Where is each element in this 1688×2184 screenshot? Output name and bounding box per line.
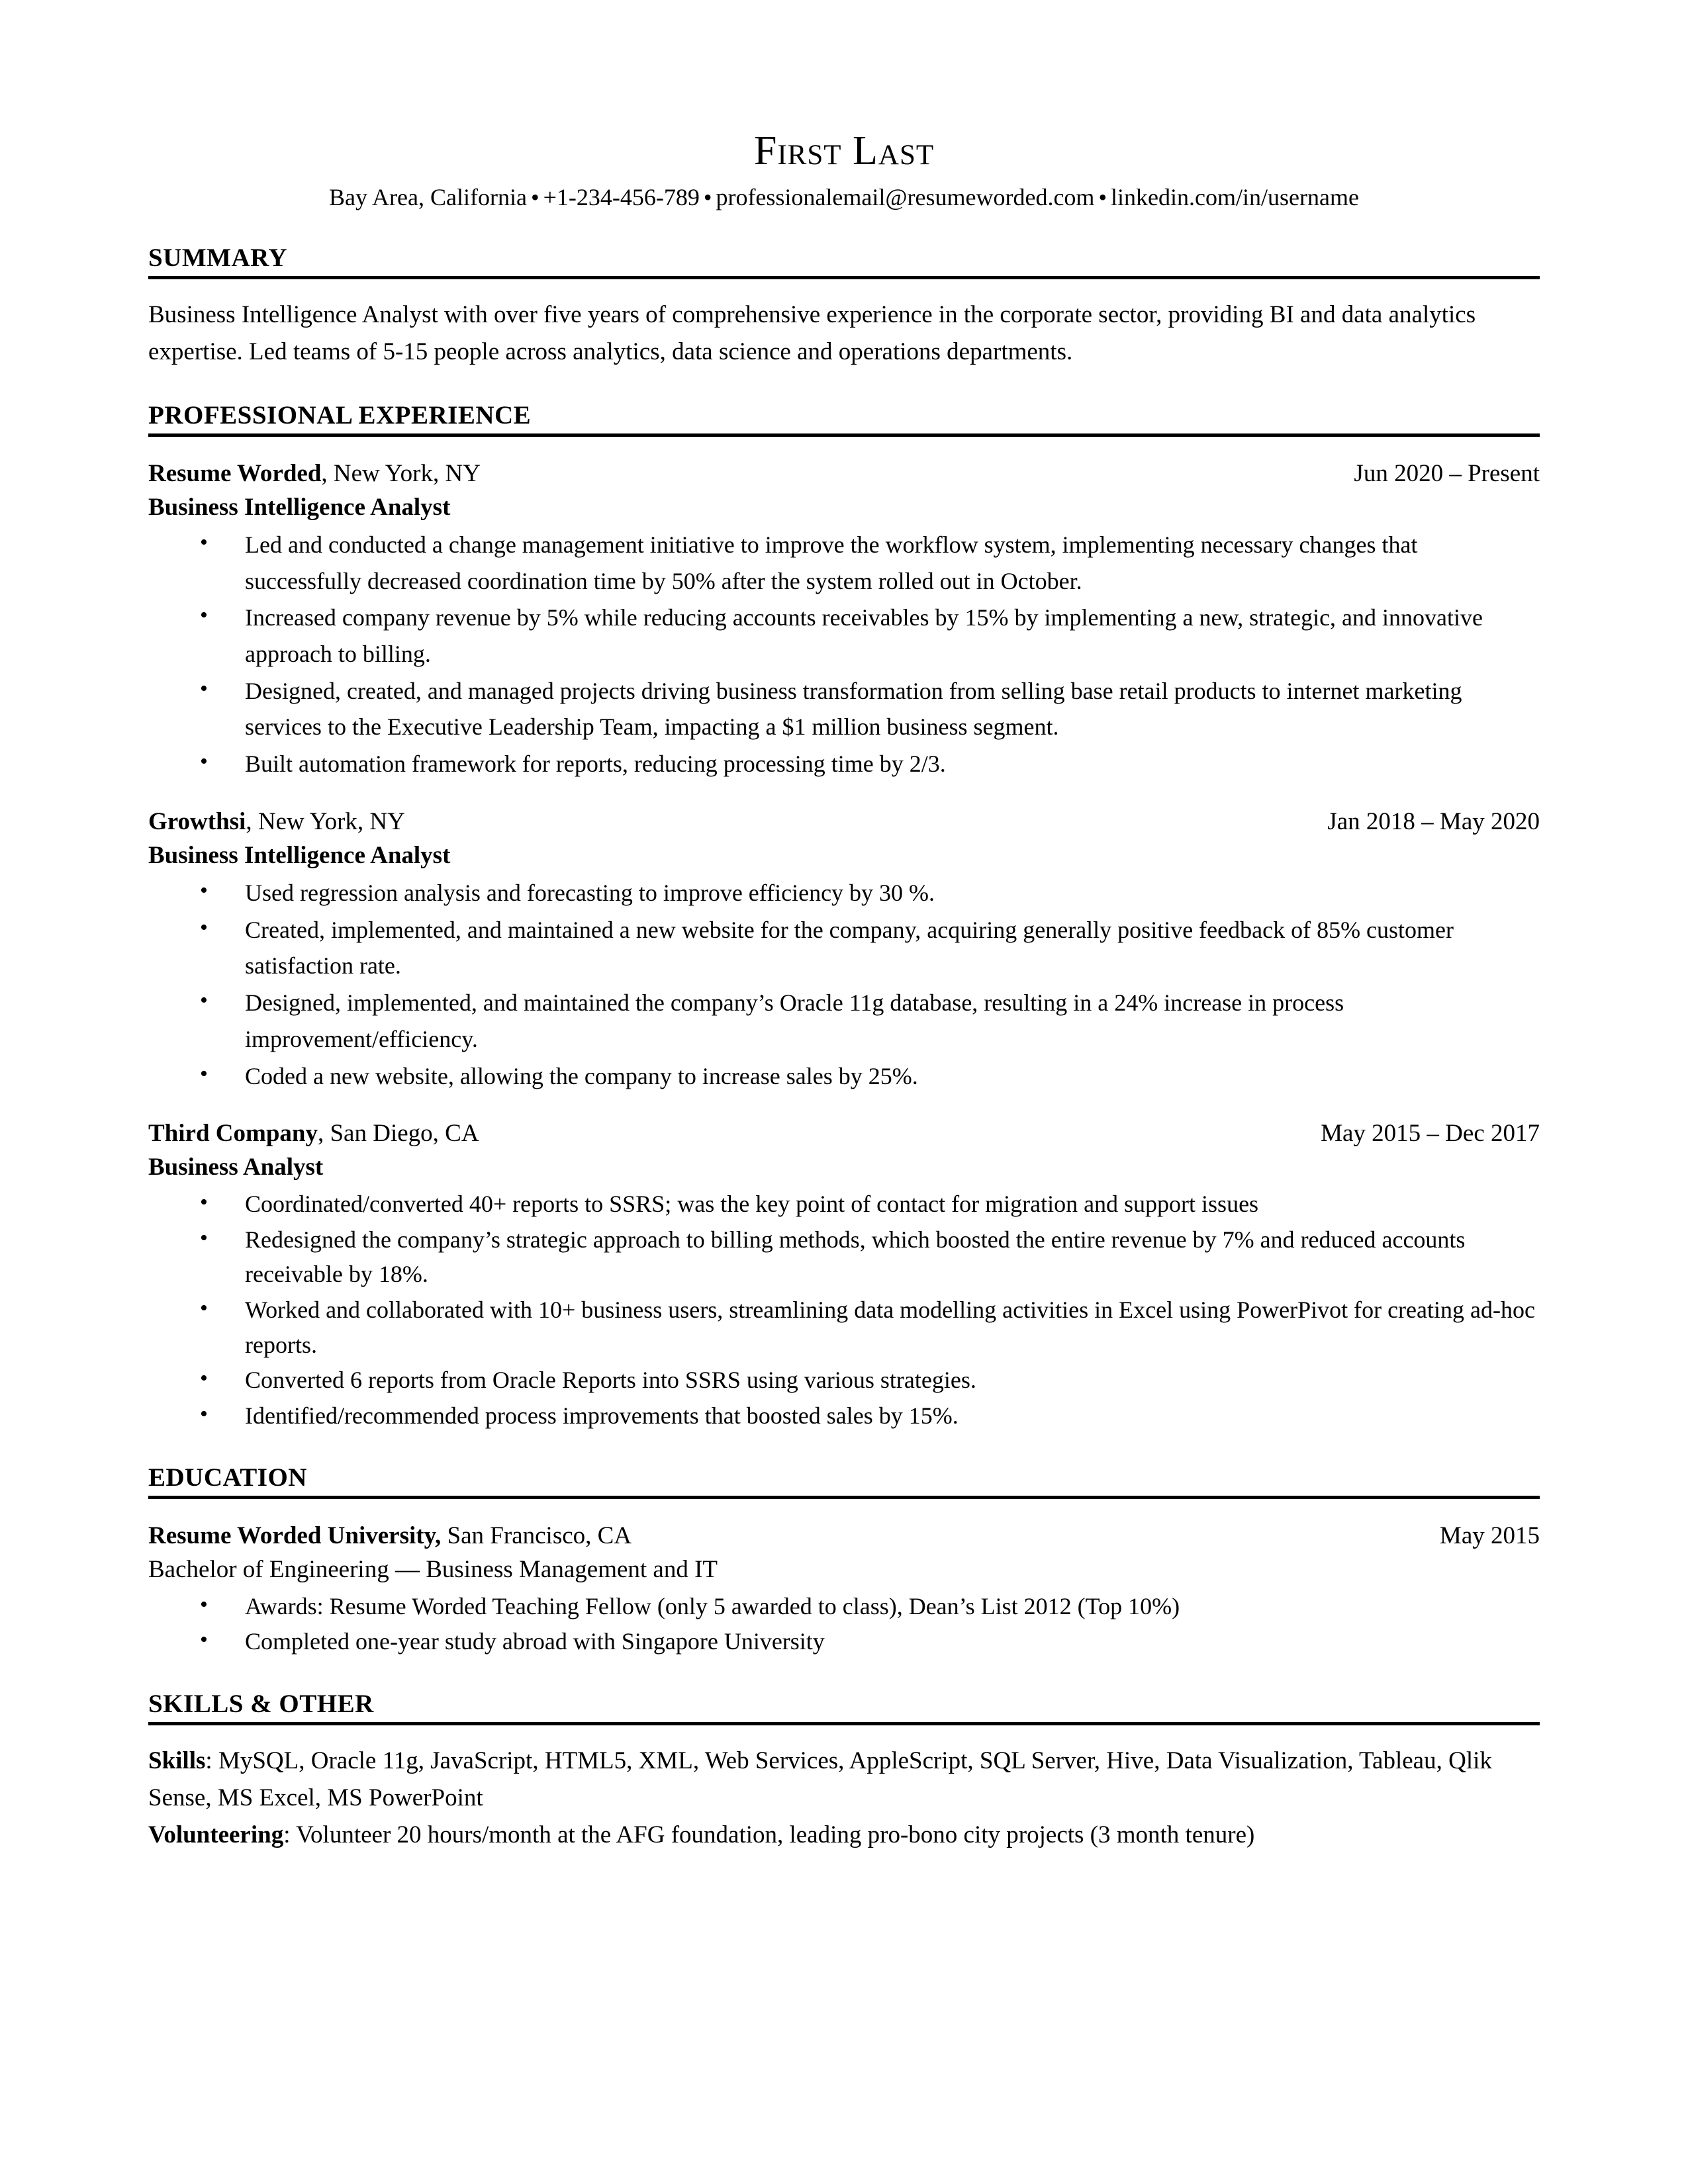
bullet-item: Coded a new website, allowing the compan… bbox=[148, 1057, 1540, 1095]
job-title: Business Analyst bbox=[148, 1154, 324, 1181]
section-title-experience: PROFESSIONAL EXPERIENCE bbox=[148, 401, 532, 430]
entry-header: Growthsi, New York, NY Jan 2018 – May 202… bbox=[148, 805, 1540, 839]
entry-dates: May 2015 bbox=[1439, 1522, 1540, 1549]
bullet-item: Created, implemented, and maintained a n… bbox=[148, 911, 1540, 984]
candidate-name: First Last bbox=[753, 128, 935, 173]
summary-text: Business Intelligence Analyst with over … bbox=[148, 300, 1476, 365]
experience-entry: Growthsi, New York, NY Jan 2018 – May 202… bbox=[148, 805, 1540, 1094]
education-entry: Resume Worded University, San Francisco,… bbox=[148, 1519, 1540, 1659]
company-name: Growthsi bbox=[148, 807, 246, 835]
section-divider-summary bbox=[148, 275, 1540, 279]
experience-entry: Third Company, San Diego, CA May 2015 – D… bbox=[148, 1116, 1540, 1433]
skills-line: Skills: MySQL, Oracle 11g, JavaScript, H… bbox=[148, 1743, 1540, 1817]
bullet-item: Coordinated/converted 40+ reports to SSR… bbox=[148, 1185, 1540, 1222]
bullet-item: Built automation framework for reports, … bbox=[148, 745, 1540, 782]
bullet-list: Led and conducted a change management in… bbox=[148, 525, 1540, 782]
section-experience: PROFESSIONAL EXPERIENCE Resume Worded, N… bbox=[148, 401, 1540, 1433]
skills-label: Skills bbox=[148, 1747, 206, 1774]
school-name: Resume Worded University, bbox=[148, 1522, 442, 1549]
contact-email[interactable]: professionalemail@resumeworded.com bbox=[716, 184, 1094, 210]
job-title: Business Intelligence Analyst bbox=[148, 493, 451, 521]
section-education: EDUCATION Resume Worded University, San … bbox=[148, 1463, 1540, 1659]
section-divider-experience bbox=[148, 433, 1540, 437]
bullet-list: Coordinated/converted 40+ reports to SSR… bbox=[148, 1185, 1540, 1433]
bullet-item: Converted 6 reports from Oracle Reports … bbox=[148, 1361, 1540, 1398]
resume-content: First Last Bay Area, California • +1-234-4… bbox=[148, 0, 1540, 1854]
bullet-item: Worked and collaborated with 10+ busines… bbox=[148, 1291, 1540, 1362]
degree-line: Bachelor of Engineering — Business Manag… bbox=[148, 1555, 718, 1583]
education-list: Resume Worded University, San Francisco,… bbox=[148, 1519, 1540, 1659]
section-summary: SUMMARY Business Intelligence Analyst wi… bbox=[148, 244, 1540, 371]
section-title-skills: SKILLS & OTHER bbox=[148, 1690, 374, 1719]
bullet-item: Designed, created, and managed projects … bbox=[148, 672, 1540, 745]
section-title-summary: SUMMARY bbox=[148, 243, 288, 272]
bullet-list: Used regression analysis and forecasting… bbox=[148, 874, 1540, 1095]
skills-separator: : bbox=[283, 1821, 297, 1849]
entry-dates: May 2015 – Dec 2017 bbox=[1321, 1120, 1540, 1148]
skills-value: MySQL, Oracle 11g, JavaScript, HTML5, XM… bbox=[148, 1747, 1492, 1811]
contact-linkedin[interactable]: linkedin.com/in/username bbox=[1111, 184, 1359, 210]
bullet-item: Designed, implemented, and maintained th… bbox=[148, 983, 1540, 1057]
section-divider-education bbox=[148, 1495, 1540, 1499]
skills-line: Volunteering: Volunteer 20 hours/month a… bbox=[148, 1817, 1540, 1854]
entry-location: , New York, NY bbox=[321, 459, 481, 487]
entry-dates: Jan 2018 – May 2020 bbox=[1327, 807, 1540, 835]
contact-phone: +1-234-456-789 bbox=[543, 184, 700, 211]
entry-header: Resume Worded University, San Francisco,… bbox=[148, 1519, 1540, 1553]
section-divider-skills bbox=[148, 1721, 1540, 1725]
contact-separator-3: • bbox=[1098, 184, 1107, 211]
contact-line: Bay Area, California • +1-234-456-789 • prof… bbox=[148, 182, 1540, 213]
contact-separator-2: • bbox=[703, 184, 712, 211]
entry-org-line: Growthsi, New York, NY bbox=[148, 805, 405, 839]
entry-location: , New York, NY bbox=[246, 807, 405, 835]
company-name: Resume Worded bbox=[148, 459, 322, 487]
entry-location: , San Diego, CA bbox=[317, 1120, 479, 1148]
entry-org-line: Resume Worded, New York, NY bbox=[148, 457, 481, 490]
bullet-item: Awards: Resume Worded Teaching Fellow (o… bbox=[148, 1588, 1540, 1624]
entry-location: San Francisco, CA bbox=[441, 1522, 632, 1549]
section-title-education: EDUCATION bbox=[148, 1463, 307, 1492]
entry-header: Third Company, San Diego, CA May 2015 – D… bbox=[148, 1116, 1540, 1150]
bullet-item: Completed one-year study abroad with Sin… bbox=[148, 1623, 1540, 1659]
skills-separator: : bbox=[205, 1747, 218, 1774]
entry-header: Resume Worded, New York, NY Jun 2020 – Pr… bbox=[148, 457, 1540, 490]
resume-page: First Last Bay Area, California • +1-234-4… bbox=[0, 0, 1688, 2184]
experience-entry: Resume Worded, New York, NY Jun 2020 – Pr… bbox=[148, 457, 1540, 782]
company-name: Third Company bbox=[148, 1120, 318, 1148]
contact-separator-1: • bbox=[530, 184, 539, 211]
bullet-item: Identified/recommended process improveme… bbox=[148, 1397, 1540, 1433]
experience-list: Resume Worded, New York, NY Jun 2020 – Pr… bbox=[148, 457, 1540, 1433]
bullet-list: Awards: Resume Worded Teaching Fellow (o… bbox=[148, 1588, 1540, 1659]
job-title: Business Intelligence Analyst bbox=[148, 841, 451, 869]
section-skills: SKILLS & OTHER Skills: MySQL, Oracle 11g… bbox=[148, 1690, 1540, 1854]
contact-location: Bay Area, California bbox=[329, 184, 527, 211]
bullet-item: Redesigned the company’s strategic appro… bbox=[148, 1221, 1540, 1292]
skills-label: Volunteering bbox=[148, 1821, 284, 1849]
entry-org-line: Resume Worded University, San Francisco,… bbox=[148, 1519, 632, 1553]
entry-org-line: Third Company, San Diego, CA bbox=[148, 1116, 479, 1150]
bullet-item: Increased company revenue by 5% while re… bbox=[148, 598, 1540, 672]
bullet-item: Used regression analysis and forecasting… bbox=[148, 874, 1540, 911]
bullet-item: Led and conducted a change management in… bbox=[148, 525, 1540, 599]
skills-value: Volunteer 20 hours/month at the AFG foun… bbox=[296, 1821, 1255, 1849]
skills-block: Skills: MySQL, Oracle 11g, JavaScript, H… bbox=[148, 1743, 1540, 1854]
entry-dates: Jun 2020 – Present bbox=[1354, 459, 1540, 487]
